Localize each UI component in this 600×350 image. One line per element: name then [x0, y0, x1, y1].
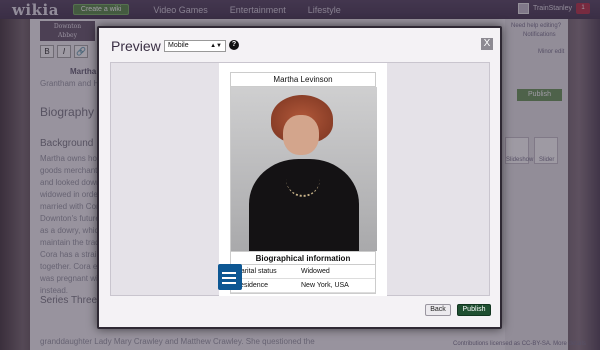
photo-figure-necklace [286, 161, 320, 197]
preview-modal: Preview Mobile ▲▼ ? X Martha Levinson Bi… [97, 26, 502, 329]
infobox-row: Residence New York, USA [231, 279, 375, 293]
infobox-row-value: New York, USA [301, 282, 349, 289]
photo-figure-face [283, 115, 319, 155]
preview-mode-value: Mobile [168, 42, 189, 49]
preview-mode-select[interactable]: Mobile ▲▼ [164, 40, 226, 52]
infobox-title: Martha Levinson [231, 73, 375, 87]
toc-icon-line [224, 277, 236, 279]
close-icon: X [483, 38, 491, 49]
help-icon[interactable]: ? [229, 40, 239, 50]
toc-icon-line [224, 272, 236, 274]
infobox-row: Marital status Widowed [231, 265, 375, 279]
table-of-contents-button[interactable] [218, 264, 242, 290]
chevron-down-icon: ▲▼ [210, 43, 222, 49]
infobox: Martha Levinson Biographical information… [230, 72, 377, 294]
preview-area: Martha Levinson Biographical information… [110, 62, 490, 296]
mobile-preview-frame[interactable]: Martha Levinson Biographical information… [219, 63, 387, 296]
infobox-section-header: Biographical information [231, 251, 375, 265]
publish-button[interactable]: Publish [457, 304, 491, 316]
modal-title: Preview [111, 38, 161, 54]
infobox-row-value: Widowed [301, 268, 330, 275]
toc-icon-line [224, 282, 236, 284]
back-button[interactable]: Back [425, 304, 451, 316]
close-button[interactable]: X [481, 38, 493, 50]
character-photo [231, 87, 377, 251]
